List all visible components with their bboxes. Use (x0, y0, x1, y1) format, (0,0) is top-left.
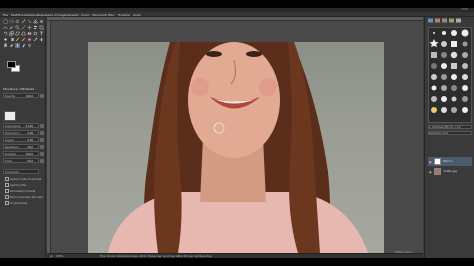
dock-tab-icons[interactable] (427, 18, 473, 23)
rotate-icon[interactable] (3, 31, 8, 36)
layer-row[interactable]: ◉ Ritocco (428, 157, 472, 166)
text-icon[interactable] (39, 31, 44, 36)
foreground-select-icon[interactable] (39, 19, 44, 24)
menu-strumenti[interactable]: Strumenti (92, 13, 107, 17)
move-icon[interactable] (27, 25, 32, 30)
status-bar: px 150% Fare clic per sfumare/rendere ni… (47, 253, 423, 258)
menu-colori[interactable]: Colori (81, 13, 90, 17)
unit-selector[interactable]: px (50, 255, 53, 258)
spacing-field[interactable]: Spaziatura 10,0 (3, 144, 44, 149)
airbrush-icon[interactable] (33, 37, 38, 42)
layer-name: Ritocco (443, 160, 453, 163)
toolbox: Sfocatura / Nitidezza Opacità 100,0 Dimen… (0, 17, 46, 258)
opacity-field[interactable]: Opacità 100,0 (3, 93, 44, 98)
menu-visualizza[interactable]: Visualizza (38, 13, 53, 17)
menu-immagine[interactable]: Immagine (54, 13, 69, 17)
crop-icon[interactable] (39, 25, 44, 30)
align-icon[interactable] (33, 25, 38, 30)
shear-icon[interactable] (15, 31, 20, 36)
reset-icon[interactable] (40, 94, 44, 98)
size-field[interactable]: Dimensione 51,00 (3, 123, 44, 128)
measure-icon[interactable] (21, 25, 26, 30)
brush-preview[interactable] (4, 111, 16, 121)
dynamics-field[interactable]: Dinamiche (3, 169, 39, 174)
menu-livello[interactable]: Livello (69, 13, 79, 17)
flip-icon[interactable] (27, 31, 32, 36)
portrait-image (108, 42, 368, 253)
zoom-icon[interactable] (15, 25, 20, 30)
menu-finestre[interactable]: Finestre (118, 13, 130, 17)
aspect-ratio-field[interactable]: Proporzioni 0,00 (3, 130, 44, 135)
clone-icon[interactable] (3, 43, 8, 48)
left-ruler (47, 21, 51, 253)
dodge-burn-icon[interactable] (27, 43, 32, 48)
reset-icon[interactable] (40, 159, 44, 163)
pencil-icon[interactable] (15, 37, 20, 42)
layer-thumbnail (434, 168, 441, 175)
perspective-icon[interactable] (21, 31, 26, 36)
incremental-check[interactable]: Incrementale (5, 201, 27, 205)
zoom-selector[interactable]: 150% (56, 255, 63, 258)
dock-tabs (427, 18, 473, 23)
menu-seleziona[interactable]: Seleziona (24, 13, 38, 17)
hardness-field[interactable]: Durezza 100,0 (3, 151, 44, 156)
smudge-icon[interactable] (21, 43, 26, 48)
color-select-icon[interactable] (27, 19, 32, 24)
right-dock: 2. Hardness 050 (51 × 51) Spaziatura 10,… (424, 17, 474, 258)
reset-icon[interactable] (40, 124, 44, 128)
eye-icon[interactable]: ◉ (429, 170, 432, 174)
paintbrush-icon[interactable] (21, 37, 26, 42)
menu-aiuto[interactable]: Aiuto (133, 13, 141, 17)
brushes-preview (429, 29, 469, 113)
eraser-icon[interactable] (27, 37, 32, 42)
color-picker-icon[interactable] (9, 25, 14, 30)
eye-icon[interactable]: ◉ (429, 160, 432, 164)
capture-hint: Cattura video... (395, 251, 414, 254)
brush-name-label: 2. Hardness 050 (51 × 51) (428, 125, 472, 129)
angle-field[interactable]: Angolo 0,00 (3, 137, 44, 142)
window-title: GIMP (461, 8, 468, 11)
brush-spacing-field[interactable]: Spaziatura 10,0 (428, 131, 472, 135)
status-hint: Fare clic per sfumare/rendere nitido; Ma… (100, 254, 213, 258)
menu-filtri[interactable]: Filtri (108, 13, 114, 17)
bucket-fill-icon[interactable] (3, 37, 8, 42)
layer-row[interactable]: ◉ ritratto.jpg (428, 167, 472, 176)
fuzzy-select-icon[interactable] (21, 19, 26, 24)
tool-options-title: Sfocatura / Nitidezza (3, 87, 35, 91)
rect-select-icon[interactable] (3, 19, 8, 24)
menu-file[interactable]: File (3, 13, 8, 17)
ink-icon[interactable] (39, 37, 44, 42)
smooth-stroke-check[interactable]: Pennellata morbida (5, 189, 35, 193)
lasso-icon[interactable] (15, 19, 20, 24)
paths-icon[interactable] (3, 25, 8, 30)
ellipse-select-icon[interactable] (9, 19, 14, 24)
reset-icon[interactable] (40, 152, 44, 156)
gradient-icon[interactable] (9, 37, 14, 42)
scissors-icon[interactable] (33, 19, 38, 24)
top-ruler (47, 17, 423, 21)
gimp-window: GIMP File Modifica Seleziona Visualizza … (0, 8, 474, 258)
heal-icon[interactable] (9, 43, 14, 48)
menu-modifica[interactable]: Modifica (11, 13, 24, 17)
dynamics-options-check[interactable]: Opzioni delle dinamiche (5, 177, 41, 181)
force-field[interactable]: Forza 50,0 (3, 158, 44, 163)
scale-icon[interactable] (9, 31, 14, 36)
brushes-grid[interactable] (428, 27, 472, 123)
layers-panel: ◉ Ritocco ◉ ritratto.jpg (428, 157, 472, 197)
reset-icon[interactable] (40, 138, 44, 142)
reset-icon[interactable] (40, 145, 44, 149)
apply-jitter-check[interactable]: Applica jitter (5, 183, 27, 187)
blur-sharpen-icon[interactable] (15, 43, 20, 48)
foreground-color-swatch[interactable] (7, 61, 16, 68)
portrait-photo[interactable] (88, 42, 384, 253)
cage-icon[interactable] (33, 31, 38, 36)
lock-brush-check[interactable]: Blocca pennello alla vista (5, 195, 43, 199)
layer-name: ritratto.jpg (443, 170, 457, 173)
layer-thumbnail (434, 158, 441, 165)
reset-icon[interactable] (40, 131, 44, 135)
